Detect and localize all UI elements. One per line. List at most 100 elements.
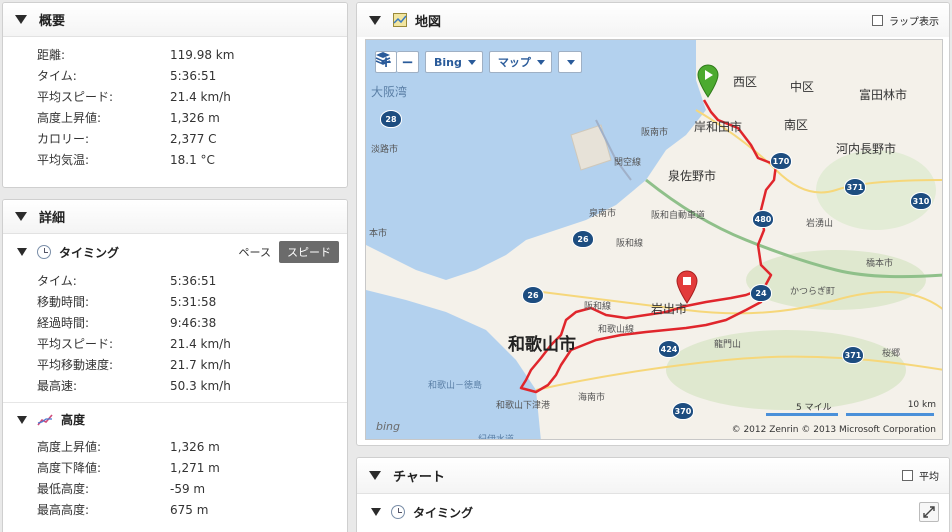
chevron-down-icon: [536, 59, 545, 65]
stat-label: 平均気温:: [37, 153, 90, 167]
route-shield-icon: 26: [572, 230, 594, 248]
chart-timing-title: タイミング: [413, 505, 474, 520]
map-label-osaka-bay: 大阪湾: [371, 85, 408, 99]
collapse-triangle-icon[interactable]: [17, 415, 27, 424]
map-header[interactable]: 地図 ラップ表示: [357, 3, 949, 37]
map-label-kiho: 紀伊水道: [478, 435, 515, 440]
stat-label: 高度上昇値:: [37, 111, 102, 125]
overview-title: 概要: [39, 14, 66, 29]
stat-label: カロリー:: [37, 132, 90, 146]
map-type-label: マップ: [497, 56, 531, 69]
lap-display-toggle[interactable]: ラップ表示: [872, 13, 939, 28]
stat-label: 平均移動速度:: [37, 358, 114, 372]
stat-label: タイム:: [37, 274, 77, 288]
stat-label: 最高速:: [37, 379, 78, 393]
stat-row: 高度下降値: 1,271 m: [3, 457, 347, 478]
route-shield-icon: 371: [842, 346, 864, 364]
stat-value: 21.4 km/h: [170, 336, 231, 351]
chart-timing-subheader[interactable]: タイミング: [357, 494, 949, 530]
details-header[interactable]: 詳細: [3, 200, 347, 234]
layers-icon: [375, 52, 391, 65]
average-toggle[interactable]: 平均: [902, 468, 939, 483]
stat-row: 平均移動速度: 21.7 km/h: [3, 354, 347, 375]
stat-value: 9:46:38: [170, 315, 217, 330]
stat-value: 50.3 km/h: [170, 378, 231, 393]
stat-row: 経過時間: 9:46:38: [3, 312, 347, 333]
map-label-minami-ku: 南区: [784, 118, 809, 132]
stat-label: 平均スピード:: [37, 90, 114, 104]
map-controls: + − Bing マップ: [375, 51, 582, 73]
elevation-subheader[interactable]: 高度: [3, 402, 347, 436]
map-label-katsuragi: かつらぎ町: [790, 287, 836, 297]
stat-label: 最高高度:: [37, 503, 90, 517]
collapse-triangle-icon[interactable]: [369, 471, 381, 480]
map-label-kirin: 桜郷: [882, 349, 901, 359]
collapse-triangle-icon[interactable]: [15, 212, 27, 221]
map-canvas[interactable]: 大阪湾 西区 中区 富田林市 南区 岸和田市 阪南市 河内長野市 淡路市 関空線…: [365, 39, 943, 440]
collapse-triangle-icon[interactable]: [371, 508, 381, 516]
start-pin-icon[interactable]: [696, 64, 720, 98]
stat-value: -59 m: [170, 481, 206, 496]
zoom-out-button[interactable]: −: [397, 51, 419, 73]
stat-row: 平均スピード: 21.4 km/h: [3, 333, 347, 354]
map-label-wakayama-line: 和歌山線: [598, 325, 635, 335]
map-label-tondabayashi: 富田林市: [859, 88, 908, 102]
stat-value: 1,326 m: [170, 439, 220, 454]
stat-value: 119.98 km: [170, 47, 235, 62]
map-type-dropdown[interactable]: マップ: [488, 51, 552, 73]
average-checkbox[interactable]: [902, 470, 913, 481]
stat-value: 21.7 km/h: [170, 357, 231, 372]
stat-row: 最高高度: 675 m: [3, 499, 347, 520]
stat-row: 高度上昇値: 1,326 m: [3, 436, 347, 457]
stat-value: 5:36:51: [170, 273, 217, 288]
expand-button[interactable]: [919, 502, 939, 522]
end-pin-icon[interactable]: [675, 270, 699, 304]
map-label-awaji: 淡路市: [371, 145, 399, 155]
pace-toggle-button[interactable]: ペース: [239, 244, 271, 260]
map-label-hanwa-expressway: 阪和自動車道: [651, 211, 706, 221]
route-shield-icon: 28: [380, 110, 402, 128]
clock-icon: [37, 245, 51, 259]
stat-value: 675 m: [170, 502, 209, 517]
chart-title: チャート: [393, 470, 445, 485]
map-layers-dropdown[interactable]: [375, 51, 582, 73]
lap-display-label: ラップ表示: [889, 16, 939, 28]
stat-value: 2,377 C: [170, 131, 217, 146]
collapse-triangle-icon[interactable]: [17, 248, 27, 256]
stat-row: 距離: 119.98 km: [3, 44, 347, 65]
stat-row: 高度上昇値: 1,326 m: [3, 107, 347, 128]
stat-label: 移動時間:: [37, 295, 90, 309]
stat-row: 最高速: 50.3 km/h: [3, 375, 347, 396]
stat-row: 最低高度: -59 m: [3, 478, 347, 499]
map-label-izumisano: 泉佐野市: [668, 169, 717, 183]
chart-header[interactable]: チャート 平均: [357, 458, 949, 494]
timing-stat-list: タイム: 5:36:51 移動時間: 5:31:58 経過時間: 9:46:38 平均スピー…: [3, 270, 347, 396]
stat-row: 平均スピード: 21.4 km/h: [3, 86, 347, 107]
stat-value: 1,271 m: [170, 460, 220, 475]
route-shield-icon: 424: [658, 340, 680, 358]
map-label-wakayama-city: 和歌山市: [508, 335, 576, 355]
map-panel: 地図 ラップ表示 大阪湾 西区 中区 富田林市 南区 岸和田市 阪南市 河内長野…: [356, 2, 950, 446]
overview-header[interactable]: 概要: [3, 3, 347, 37]
stat-row: 移動時間: 5:31:58: [3, 291, 347, 312]
timing-subheader[interactable]: タイミング ペース スピード: [3, 234, 347, 270]
map-label-sennan: 泉南市: [589, 209, 617, 219]
map-label-hashimoto: 橋本市: [866, 259, 894, 269]
stat-label: 平均スピード:: [37, 337, 114, 351]
elevation-title: 高度: [61, 413, 86, 427]
map-label-hannan: 阪南市: [641, 128, 669, 138]
collapse-triangle-icon[interactable]: [369, 15, 381, 25]
scale-miles-bar: [766, 413, 838, 416]
route-shield-icon: 26: [522, 286, 544, 304]
clock-icon: [391, 505, 405, 519]
stat-label: 高度下降値:: [37, 461, 102, 475]
map-label-kainan: 海南市: [578, 393, 606, 403]
route-shield-icon: 371: [844, 178, 866, 196]
route-shield-icon: 370: [672, 402, 694, 420]
collapse-triangle-icon[interactable]: [15, 15, 27, 24]
map-provider-dropdown[interactable]: Bing: [425, 51, 483, 73]
scale-km-bar: [846, 413, 934, 416]
speed-toggle-button[interactable]: スピード: [279, 241, 339, 263]
overview-panel: 概要 距離: 119.98 km タイム: 5:36:51 平均スピード: 21.4 km…: [2, 2, 348, 188]
lap-display-checkbox[interactable]: [872, 14, 883, 26]
